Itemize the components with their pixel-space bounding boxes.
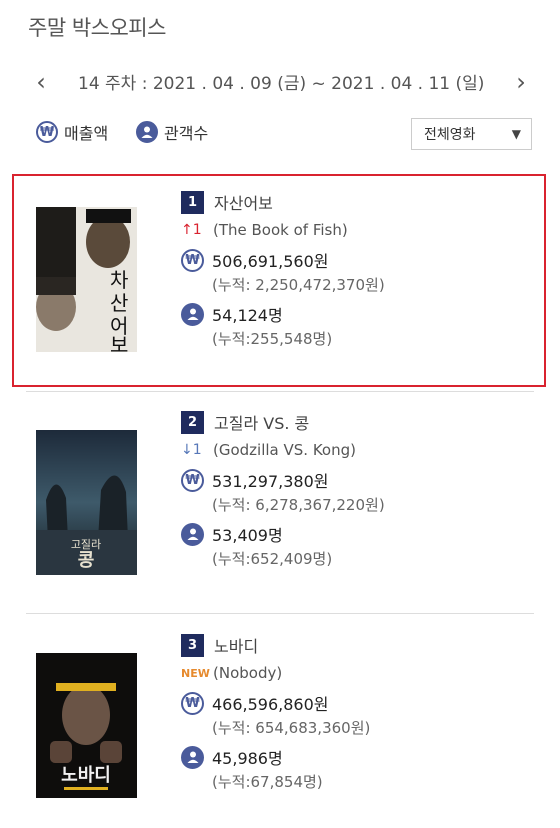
weekend-audience: 45,986명 <box>212 749 283 768</box>
cumulative-revenue: (누적: 6,278,367,220원) <box>212 496 385 514</box>
genre-select[interactable]: 전체영화 ▼ <box>411 118 532 150</box>
week-label: 14 주차 : 2021 . 04 . 09 (금) ~ 2021 . 04 .… <box>78 74 485 94</box>
rank-badge: 1 <box>181 190 204 214</box>
svg-text:차: 차 <box>110 268 128 292</box>
chevron-left-icon[interactable]: ‹ <box>26 64 56 100</box>
movie-info: 2 고질라 VS. 콩 ↓1 (Godzilla VS. Kong) ₩ 531… <box>181 410 521 570</box>
english-title: (Godzilla VS. Kong) <box>213 441 356 459</box>
svg-text:노바디: 노바디 <box>61 765 111 786</box>
rank-badge: 2 <box>181 410 204 434</box>
won-icon: ₩ <box>181 468 204 492</box>
english-title: (Nobody) <box>213 664 283 682</box>
divider <box>26 613 534 614</box>
weekend-revenue: 466,596,860원 <box>212 695 329 714</box>
user-icon <box>136 121 158 143</box>
new-badge: NEW <box>181 666 210 680</box>
cumulative-audience: (누적:67,854명) <box>212 773 323 791</box>
movie-title[interactable]: 고질라 VS. 콩 <box>214 410 309 434</box>
poster-image: 노바디 <box>36 653 137 798</box>
weekend-audience: 53,409명 <box>212 526 283 545</box>
audience-filter[interactable]: 관객수 <box>136 120 208 144</box>
cumulative-revenue: (누적: 654,683,360원) <box>212 719 371 737</box>
user-icon <box>181 522 204 546</box>
revenue-filter[interactable]: ₩ 매출액 <box>36 120 108 144</box>
won-icon: ₩ <box>181 248 204 272</box>
page-title: 주말 박스오피스 <box>28 16 166 40</box>
poster-image: 차 산 어 보 <box>36 207 137 352</box>
divider <box>26 391 534 392</box>
won-icon: ₩ <box>36 121 58 143</box>
weekend-audience: 54,124명 <box>212 306 283 325</box>
filter-bar: ₩ 매출액 관객수 전체영화 ▼ <box>0 116 560 156</box>
cumulative-revenue: (누적: 2,250,472,370원) <box>212 276 385 294</box>
weekend-revenue: 506,691,560원 <box>212 252 329 271</box>
chevron-right-icon[interactable]: › <box>506 64 536 100</box>
rank-badge: 3 <box>181 633 204 657</box>
svg-text:산: 산 <box>110 291 128 315</box>
rank-change: ↓1 <box>181 442 202 458</box>
user-icon <box>181 302 204 326</box>
svg-text:보: 보 <box>110 333 128 352</box>
arrow-down-icon: ↓ <box>181 442 193 458</box>
won-icon: ₩ <box>181 691 204 715</box>
movie-info: 3 노바디 NEW (Nobody) ₩ 466,596,860원 (누적: 6… <box>181 633 521 793</box>
movie-title[interactable]: 노바디 <box>214 633 258 657</box>
poster-image: 고질라 콩 <box>36 430 137 575</box>
weekend-revenue: 531,297,380원 <box>212 472 329 491</box>
svg-text:콩: 콩 <box>78 550 95 571</box>
rank-change: ↑1 <box>181 222 202 238</box>
week-navigation: ‹ 14 주차 : 2021 . 04 . 09 (금) ~ 2021 . 04… <box>0 64 560 100</box>
revenue-filter-label: 매출액 <box>64 124 109 143</box>
movie-info: 1 자산어보 ↑1 (The Book of Fish) ₩ 506,691,5… <box>181 190 521 350</box>
movie-title[interactable]: 자산어보 <box>214 190 273 214</box>
cumulative-audience: (누적:255,548명) <box>212 330 333 348</box>
audience-filter-label: 관객수 <box>164 124 209 143</box>
arrow-up-icon: ↑ <box>181 222 193 238</box>
user-icon <box>181 745 204 769</box>
genre-select-value: 전체영화 <box>424 127 476 143</box>
cumulative-audience: (누적:652,409명) <box>212 550 333 568</box>
english-title: (The Book of Fish) <box>213 221 348 239</box>
chevron-down-icon: ▼ <box>511 127 521 141</box>
